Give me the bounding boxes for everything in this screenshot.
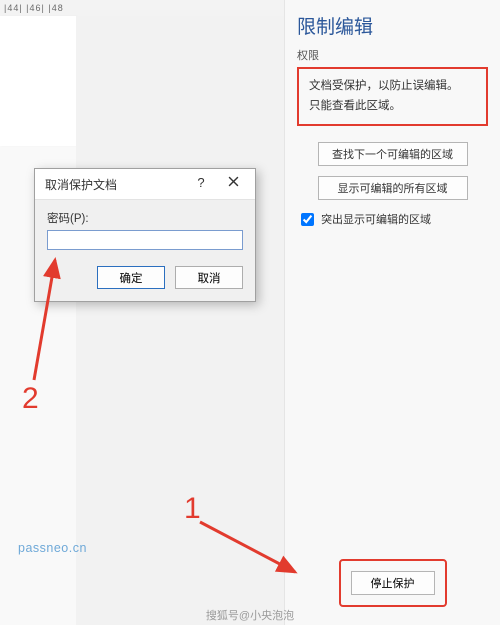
stop-protection-button[interactable]: 停止保护 [351, 571, 435, 595]
pane-title: 限制编辑 [297, 12, 488, 39]
highlight-editable-label: 突出显示可编辑的区域 [321, 214, 431, 226]
unprotect-document-dialog: 取消保护文档 ? 密码(P): 确定 取消 [34, 168, 256, 302]
help-icon[interactable]: ? [185, 173, 217, 195]
show-all-editable-button[interactable]: 显示可编辑的所有区域 [318, 176, 468, 200]
document-gray-margin [76, 16, 284, 625]
protection-info-box: 文档受保护，以防止误编辑。 只能查看此区域。 [297, 67, 488, 126]
dialog-body: 密码(P): 确定 取消 [35, 200, 255, 301]
watermark-text: passneo.cn [18, 541, 87, 555]
highlight-editable-checkbox-row[interactable]: 突出显示可编辑的区域 [297, 214, 431, 226]
password-input[interactable] [47, 230, 243, 250]
dialog-title: 取消保护文档 [45, 176, 185, 193]
restrict-editing-pane: 限制编辑 权限 文档受保护，以防止误编辑。 只能查看此区域。 查找下一个可编辑的… [284, 0, 500, 625]
pane-subheading: 权限 [297, 47, 488, 63]
close-icon[interactable] [217, 173, 249, 195]
ok-button[interactable]: 确定 [97, 266, 165, 289]
annotation-number-2: 2 [22, 382, 39, 416]
highlight-editable-checkbox[interactable] [301, 213, 314, 226]
dialog-button-row: 确定 取消 [47, 266, 243, 289]
dialog-titlebar[interactable]: 取消保护文档 ? [35, 169, 255, 200]
find-next-editable-button[interactable]: 查找下一个可编辑的区域 [318, 142, 468, 166]
info-line-2: 只能查看此区域。 [309, 97, 476, 117]
password-label: 密码(P): [47, 210, 243, 226]
ruler-marks: |44| |46| |48 [4, 3, 64, 13]
footer-credit: 搜狐号@小央泡泡 [206, 607, 294, 623]
stop-protection-highlight-box: 停止保护 [339, 559, 447, 607]
document-page-edge [0, 16, 77, 146]
annotation-number-1: 1 [184, 492, 201, 526]
cancel-button[interactable]: 取消 [175, 266, 243, 289]
info-line-1: 文档受保护，以防止误编辑。 [309, 77, 476, 97]
